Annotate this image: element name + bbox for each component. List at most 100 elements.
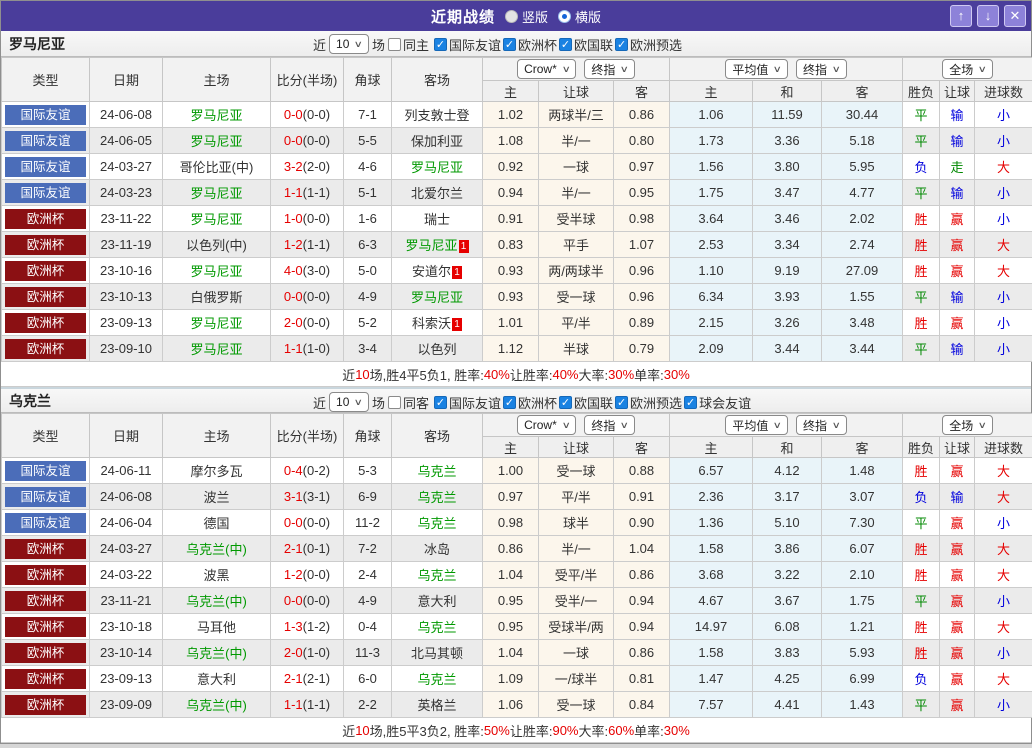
avg-draw-odds: 4.12 bbox=[752, 457, 822, 484]
fulltime-score: 2-0 bbox=[283, 315, 303, 330]
halftime-score: (0-0) bbox=[302, 315, 331, 330]
competition-checkbox-label: 欧洲杯 bbox=[518, 37, 558, 53]
home-team-name: 罗马尼亚 bbox=[190, 316, 243, 331]
halftime-score: (0-1) bbox=[302, 541, 331, 556]
scope-select[interactable]: 全场 ∨ bbox=[942, 59, 993, 79]
match-count-select[interactable]: 10 ∨ bbox=[329, 392, 369, 412]
result-goals: 大 bbox=[974, 535, 1032, 562]
match-count-select[interactable]: 10 ∨ bbox=[329, 34, 369, 54]
home-team: 罗马尼亚 bbox=[162, 335, 271, 362]
away-team-name: 乌克兰 bbox=[417, 490, 457, 505]
competition-badge: 国际友谊 bbox=[5, 130, 86, 151]
same-side-checkbox[interactable]: 同主 bbox=[387, 35, 429, 54]
away-team-name: 罗马尼亚 bbox=[410, 160, 463, 175]
home-team: 哥伦比亚(中) bbox=[162, 153, 271, 180]
average-select[interactable]: 平均值 ∨ bbox=[725, 415, 788, 435]
col-away: 客场 bbox=[391, 413, 483, 458]
away-team: 乌克兰 bbox=[391, 509, 483, 536]
home-team: 白俄罗斯 bbox=[162, 283, 271, 310]
result-handicap: 赢 bbox=[939, 457, 976, 484]
avg-home-odds: 1.75 bbox=[669, 179, 753, 206]
result-goals: 小 bbox=[974, 691, 1032, 718]
handicap-home-odds: 0.92 bbox=[482, 153, 539, 180]
summary-segment: 大率: bbox=[578, 367, 609, 383]
handicap-home-odds: 0.86 bbox=[482, 535, 539, 562]
match-date: 24-03-27 bbox=[89, 535, 163, 562]
home-team: 罗马尼亚 bbox=[162, 179, 271, 206]
subcol-avg-away: 客 bbox=[820, 436, 904, 458]
competition-checkbox-label: 欧国联 bbox=[574, 37, 614, 53]
result-wdl: 平 bbox=[902, 127, 941, 154]
horizontal-radio-label: 横版 bbox=[575, 9, 602, 25]
layout-horizontal-radio[interactable]: 横版 bbox=[558, 7, 601, 26]
result-goals: 小 bbox=[974, 101, 1032, 128]
bookmaker-select[interactable]: Crow* ∨ bbox=[517, 59, 577, 79]
match-row: 国际友谊 24-06-08 罗马尼亚 0-0(0-0) 7-1 列支敦士登 1.… bbox=[1, 101, 1032, 128]
col-corner: 角球 bbox=[343, 57, 392, 102]
handicap-stage-select[interactable]: 终指 ∨ bbox=[584, 415, 635, 435]
col-type: 类型 bbox=[1, 413, 90, 458]
match-date: 24-06-04 bbox=[89, 509, 163, 536]
summary-segment: 大率: bbox=[578, 723, 609, 739]
competition-checkbox[interactable]: ✓ 欧洲杯 bbox=[503, 393, 557, 412]
result-goals: 大 bbox=[974, 457, 1032, 484]
home-team: 马耳他 bbox=[162, 613, 271, 640]
avg-away-odds: 1.43 bbox=[820, 691, 904, 718]
summary-segment: 场,胜5平3负2, 胜率: bbox=[369, 723, 484, 739]
close-button[interactable]: ✕ bbox=[1004, 5, 1026, 27]
result-goals: 大 bbox=[974, 483, 1032, 510]
handicap-line: 受一球 bbox=[538, 457, 614, 484]
result-wdl: 胜 bbox=[902, 613, 941, 640]
move-down-button[interactable]: ↓ bbox=[977, 5, 999, 27]
competition-checkbox[interactable]: ✓ 欧洲预选 bbox=[615, 35, 682, 54]
avg-home-odds: 1.58 bbox=[669, 639, 753, 666]
average-stage-select[interactable]: 终指 ∨ bbox=[796, 59, 847, 79]
scope-select[interactable]: 全场 ∨ bbox=[942, 415, 993, 435]
corner-score: 7-1 bbox=[343, 101, 392, 128]
chevron-down-icon: ∨ bbox=[977, 63, 988, 74]
checkbox-checked-icon: ✓ bbox=[503, 37, 517, 51]
checkbox-checked-icon: ✓ bbox=[684, 395, 698, 409]
competition-checkbox[interactable]: ✓ 欧国联 bbox=[559, 35, 613, 54]
competition-badge: 国际友谊 bbox=[5, 104, 86, 125]
layout-vertical-radio[interactable]: 竖版 bbox=[504, 7, 548, 26]
competition-checkbox[interactable]: ✓ 球会友谊 bbox=[684, 393, 751, 412]
bookmaker-select[interactable]: Crow* ∨ bbox=[517, 415, 577, 435]
match-row: 欧洲杯 23-11-21 乌克兰(中) 0-0(0-0) 4-9 意大利 0.9… bbox=[1, 587, 1032, 614]
match-date: 23-10-14 bbox=[89, 639, 163, 666]
competition-checkbox[interactable]: ✓ 国际友谊 bbox=[434, 393, 501, 412]
handicap-home-odds: 1.01 bbox=[482, 309, 539, 336]
result-group: 全场 ∨ bbox=[902, 413, 1032, 437]
result-wdl: 平 bbox=[902, 691, 941, 718]
competition-checkbox[interactable]: ✓ 国际友谊 bbox=[434, 35, 501, 54]
checkbox-unchecked-icon bbox=[387, 37, 401, 51]
summary-segment: 让胜率: bbox=[509, 367, 553, 383]
score: 3-1(3-1) bbox=[270, 483, 344, 510]
match-row: 欧洲杯 23-11-19 以色列(中) 1-2(1-1) 6-3 罗马尼亚 1 0… bbox=[1, 231, 1032, 258]
same-side-checkbox[interactable]: 同客 bbox=[387, 393, 429, 412]
move-up-button[interactable]: ↑ bbox=[950, 5, 972, 27]
handicap-stage-select[interactable]: 终指 ∨ bbox=[584, 59, 635, 79]
competition-checkbox[interactable]: ✓ 欧洲预选 bbox=[615, 393, 682, 412]
avg-home-odds: 1.10 bbox=[669, 257, 753, 284]
result-wdl: 平 bbox=[902, 335, 941, 362]
competition-checkbox[interactable]: ✓ 欧国联 bbox=[559, 393, 613, 412]
score: 0-0(0-0) bbox=[270, 587, 344, 614]
home-team-name: 罗马尼亚 bbox=[190, 342, 243, 357]
result-handicap: 赢 bbox=[939, 509, 976, 536]
away-team: 意大利 bbox=[391, 587, 483, 614]
away-team-name: 英格兰 bbox=[417, 698, 457, 713]
col-corner: 角球 bbox=[343, 413, 392, 458]
summary-segment: 90% bbox=[552, 722, 579, 738]
handicap-away-odds: 0.80 bbox=[613, 127, 670, 154]
corner-score: 1-6 bbox=[343, 205, 392, 232]
average-select[interactable]: 平均值 ∨ bbox=[725, 59, 788, 79]
average-stage-select[interactable]: 终指 ∨ bbox=[796, 415, 847, 435]
home-team: 罗马尼亚 bbox=[162, 309, 271, 336]
match-date: 23-09-09 bbox=[89, 691, 163, 718]
corner-score: 4-9 bbox=[343, 283, 392, 310]
fulltime-score: 2-1 bbox=[283, 541, 303, 556]
competition-badge: 欧洲杯 bbox=[5, 694, 86, 715]
fulltime-score: 0-0 bbox=[283, 107, 303, 122]
competition-checkbox[interactable]: ✓ 欧洲杯 bbox=[503, 35, 557, 54]
